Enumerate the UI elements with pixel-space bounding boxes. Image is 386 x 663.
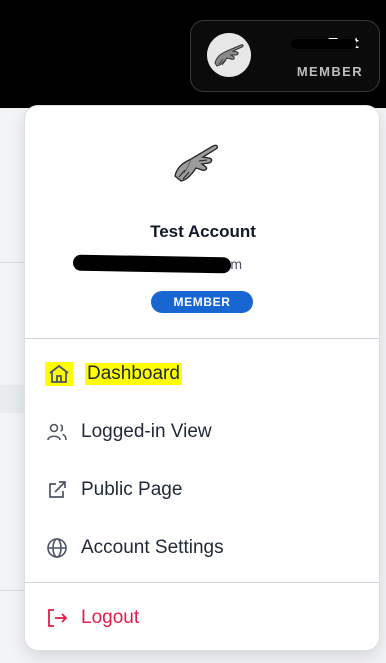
home-icon xyxy=(45,362,73,386)
menu-item-label: Account Settings xyxy=(81,537,224,558)
email-redaction xyxy=(72,254,232,274)
pointing-hand-icon xyxy=(174,144,219,182)
user-menu-toggle[interactable]: Test MEMBER xyxy=(190,20,380,92)
external-link-icon xyxy=(49,481,66,498)
top-bar: Test MEMBER xyxy=(0,0,386,108)
menu-divider xyxy=(25,582,379,583)
background-divider xyxy=(0,590,26,591)
menu-item-label: Public Page xyxy=(81,479,183,500)
menu-item-label: Dashboard xyxy=(85,363,182,385)
logout-label: Logout xyxy=(81,607,140,628)
globe-icon xyxy=(47,538,67,558)
menu-item-logged-in-view[interactable]: Logged-in View xyxy=(45,417,212,447)
name-redaction xyxy=(291,39,357,49)
logout-icon xyxy=(48,609,68,627)
role-badge: MEMBER xyxy=(151,291,253,313)
user-role: MEMBER xyxy=(296,64,363,79)
pointing-hand-icon xyxy=(207,33,251,77)
menu-item-account-settings[interactable]: Account Settings xyxy=(45,533,224,563)
menu-divider xyxy=(25,338,379,339)
logout-button[interactable]: Logout xyxy=(45,603,139,633)
account-dropdown-menu: Test Account @gmail.com MEMBER Dashboard… xyxy=(24,105,380,651)
menu-item-public-page[interactable]: Public Page xyxy=(45,475,182,505)
avatar xyxy=(207,33,251,77)
account-name: Test Account xyxy=(150,222,256,241)
menu-item-dashboard[interactable]: Dashboard xyxy=(45,359,182,389)
background-divider xyxy=(0,262,26,263)
users-icon xyxy=(47,423,67,441)
menu-item-label: Logged-in View xyxy=(81,421,212,442)
